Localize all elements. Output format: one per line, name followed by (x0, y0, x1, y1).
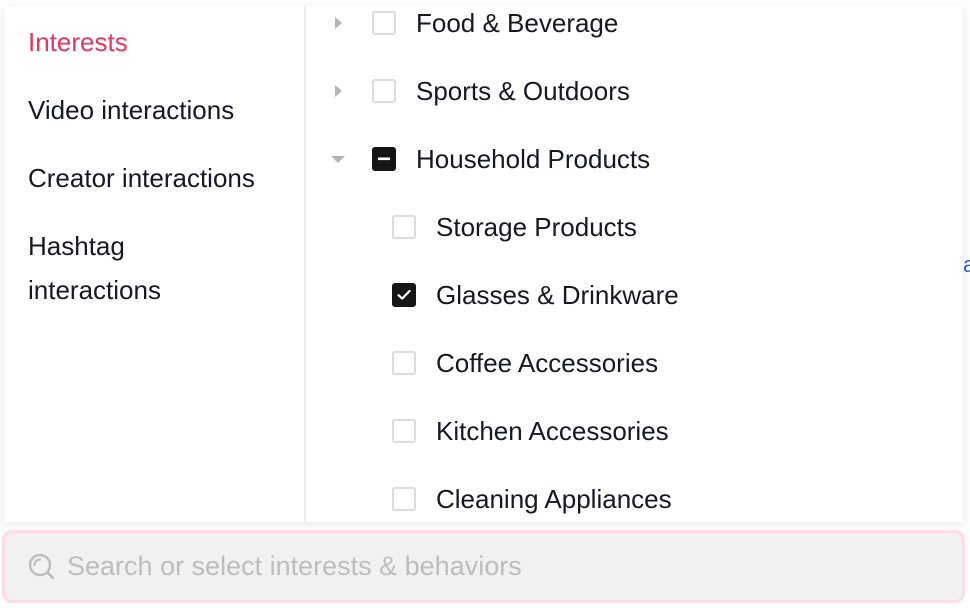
tree-item-label: Sports & Outdoors (416, 75, 630, 106)
tree-item-coffee-accessories[interactable]: Coffee Accessories (392, 341, 658, 385)
search-input[interactable] (65, 550, 929, 583)
interests-dropdown-panel: Interests Video interactions Creator int… (4, 6, 963, 522)
tree-item-label: Cleaning Appliances (436, 483, 672, 514)
minus-icon (378, 157, 390, 161)
category-list: Interests Video interactions Creator int… (4, 6, 306, 522)
tree-item-cleaning-appliances[interactable]: Cleaning Appliances (392, 477, 672, 521)
checkmark-icon (397, 289, 411, 300)
checkbox-indeterminate[interactable] (372, 147, 396, 171)
checkbox[interactable] (372, 79, 396, 103)
tree-item-label: Coffee Accessories (436, 347, 659, 378)
tree-item-household-products[interactable]: Household Products (326, 137, 650, 181)
tree-item-label: Glasses & Drinkware (436, 279, 679, 310)
checkbox[interactable] (392, 215, 416, 239)
checkbox[interactable] (392, 487, 416, 511)
tree-item-sports-outdoors[interactable]: Sports & Outdoors (326, 69, 630, 113)
tree-item-food-beverage[interactable]: Food & Beverage (326, 6, 618, 45)
tree-item-label: Kitchen Accessories (436, 415, 669, 446)
caret-right-icon[interactable] (326, 11, 350, 35)
tree-item-label: Household Products (416, 143, 651, 174)
search-icon (28, 553, 55, 579)
checkbox-checked[interactable] (392, 283, 416, 307)
tree-item-storage-products[interactable]: Storage Products (392, 205, 637, 249)
page: •• a Interests Video interactions Creato… (0, 0, 970, 608)
tree-item-kitchen-accessories[interactable]: Kitchen Accessories (392, 409, 669, 453)
tree-item-glasses-drinkware[interactable]: Glasses & Drinkware (392, 273, 679, 317)
background-link-fragment[interactable]: a (963, 252, 970, 278)
checkbox[interactable] (372, 11, 396, 35)
interest-tree: Food & Beverage Sports & Outdoors Househ… (306, 6, 963, 522)
category-item-creator-interactions[interactable]: Creator interactions (4, 156, 304, 200)
checkbox[interactable] (392, 419, 416, 443)
category-item-hashtag-interactions[interactable]: Hashtag interactions (4, 224, 282, 312)
search-field[interactable] (2, 530, 965, 603)
category-item-interests[interactable]: Interests (4, 20, 304, 64)
caret-right-icon[interactable] (326, 79, 350, 103)
checkbox[interactable] (392, 351, 416, 375)
tree-item-label: Storage Products (436, 211, 637, 242)
caret-down-icon[interactable] (326, 147, 350, 171)
category-item-video-interactions[interactable]: Video interactions (4, 88, 304, 132)
tree-item-label: Food & Beverage (416, 7, 619, 38)
